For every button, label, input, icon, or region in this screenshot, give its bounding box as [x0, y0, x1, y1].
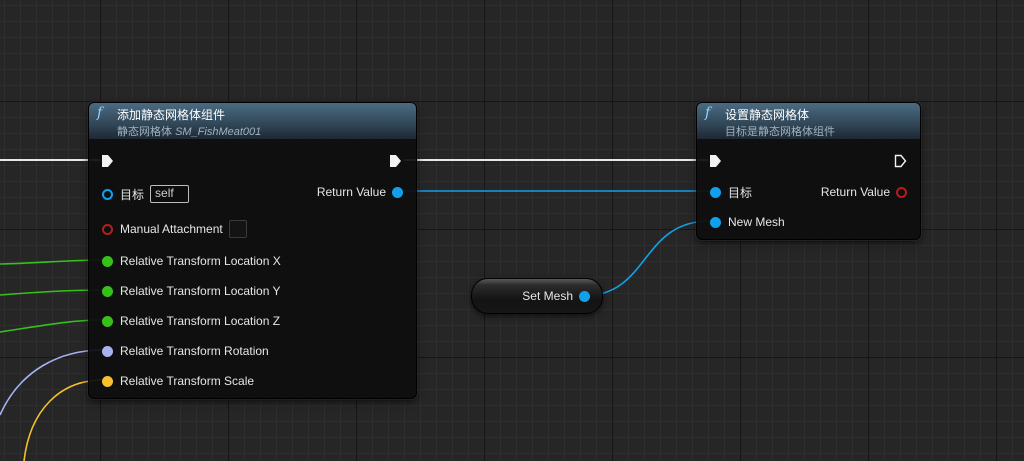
new-mesh-pin-icon[interactable] — [710, 216, 721, 228]
target-label: 目标 — [120, 187, 145, 202]
manual-attachment-row: Manual Attachment — [102, 220, 247, 238]
function-icon: f — [97, 105, 103, 121]
target-row: 目标 self — [102, 185, 189, 203]
variable-label: Set Mesh — [522, 289, 573, 303]
loc-y-pin-icon[interactable] — [102, 285, 113, 297]
loc-x-row: Relative Transform Location X — [102, 252, 281, 270]
loc-x-label: Relative Transform Location X — [120, 254, 281, 268]
target-pin-icon[interactable] — [102, 188, 113, 200]
return-value-pin-icon[interactable] — [392, 186, 403, 198]
return-value-label: Return Value — [316, 185, 386, 199]
exec-out-row — [894, 152, 907, 170]
exec-out-pin-icon[interactable] — [389, 154, 402, 168]
manual-attachment-label: Manual Attachment — [120, 222, 223, 236]
loc-z-pin-icon[interactable] — [102, 315, 113, 327]
set-mesh-variable-node[interactable]: Set Mesh — [471, 278, 603, 314]
node-title: 设置静态网格体 — [725, 108, 810, 122]
node-header[interactable]: f 添加静态网格体组件 静态网格体 SM_FishMeat001 — [89, 103, 416, 139]
add-static-mesh-component-node[interactable]: f 添加静态网格体组件 静态网格体 SM_FishMeat001 目标 self… — [88, 102, 417, 399]
manual-attachment-checkbox[interactable] — [228, 220, 247, 238]
return-value-row: Return Value — [317, 183, 403, 201]
set-static-mesh-node[interactable]: f 设置静态网格体 目标是静态网格体组件 目标 Return Value New… — [696, 102, 921, 240]
manual-attachment-pin-icon[interactable] — [102, 223, 113, 235]
return-value-label: Return Value — [820, 185, 890, 199]
return-value-pin-icon[interactable] — [896, 186, 907, 198]
loc-z-label: Relative Transform Location Z — [120, 314, 281, 328]
new-mesh-label: New Mesh — [728, 215, 785, 229]
rotation-label: Relative Transform Rotation — [120, 344, 269, 358]
exec-in-row — [101, 152, 114, 170]
loc-z-row: Relative Transform Location Z — [102, 312, 280, 330]
return-value-row: Return Value — [821, 183, 907, 201]
function-icon: f — [705, 105, 711, 121]
rotation-pin-icon[interactable] — [102, 345, 113, 357]
set-mesh-output-pin-icon[interactable] — [579, 290, 590, 302]
set-mesh-row: Set Mesh — [522, 287, 590, 305]
scale-label: Relative Transform Scale — [120, 374, 255, 388]
new-mesh-row: New Mesh — [710, 213, 785, 231]
node-header[interactable]: f 设置静态网格体 目标是静态网格体组件 — [697, 103, 920, 139]
target-pin-icon[interactable] — [710, 186, 721, 198]
exec-in-pin-icon[interactable] — [101, 154, 114, 168]
subtitle-prefix: 静态网格体 — [117, 126, 172, 138]
rotation-row: Relative Transform Rotation — [102, 342, 269, 360]
node-subtitle: 目标是静态网格体组件 — [725, 126, 835, 138]
exec-in-row — [709, 152, 722, 170]
target-row: 目标 — [710, 183, 752, 201]
exec-out-row — [389, 152, 402, 170]
exec-in-pin-icon[interactable] — [709, 154, 722, 168]
node-title: 添加静态网格体组件 — [117, 108, 226, 122]
subtitle-asset: SM_FishMeat001 — [175, 126, 262, 138]
set-mesh-wire — [582, 220, 711, 297]
target-self-field[interactable]: self — [150, 185, 189, 203]
loc-y-row: Relative Transform Location Y — [102, 282, 281, 300]
loc-y-label: Relative Transform Location Y — [120, 284, 281, 298]
scale-pin-icon[interactable] — [102, 375, 113, 387]
target-label: 目标 — [728, 185, 753, 200]
exec-out-pin-icon[interactable] — [894, 154, 907, 168]
scale-row: Relative Transform Scale — [102, 372, 254, 390]
loc-x-pin-icon[interactable] — [102, 255, 113, 267]
node-subtitle: 静态网格体 SM_FishMeat001 — [117, 123, 261, 139]
